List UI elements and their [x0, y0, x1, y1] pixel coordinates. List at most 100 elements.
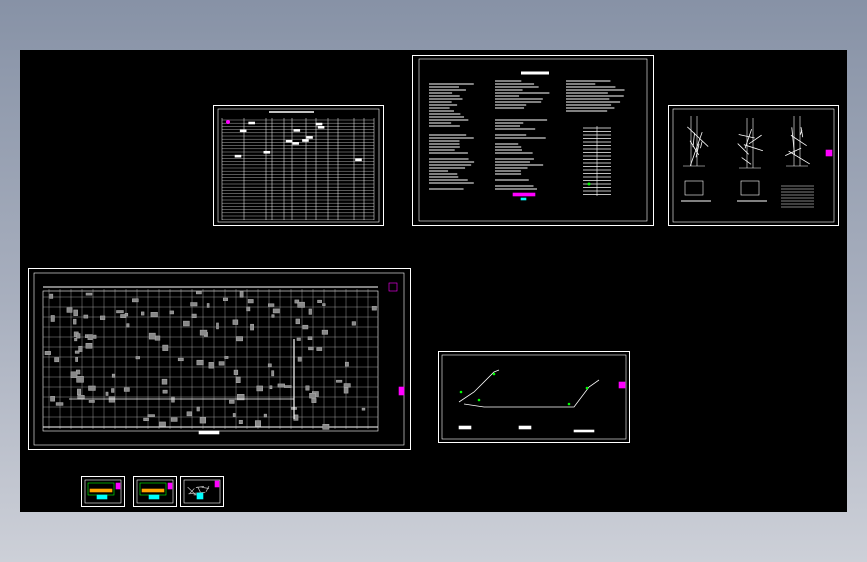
- cad-rect: [141, 311, 145, 316]
- cad-rect: [285, 139, 293, 143]
- cad-rect: [246, 306, 251, 312]
- cad-mark: [459, 390, 463, 394]
- cad-rect: [307, 336, 313, 341]
- cad-rect: [206, 303, 210, 308]
- cad-rect: [308, 308, 312, 315]
- cad-rect: [111, 373, 116, 378]
- cad-rect: [44, 351, 51, 355]
- cad-rect: [351, 321, 356, 326]
- cad-rect: [269, 385, 273, 390]
- cad-rect: [196, 291, 202, 295]
- sheet-design-notes[interactable]: [412, 55, 654, 226]
- cad-rect: [196, 492, 204, 500]
- cad-rect: [85, 342, 93, 349]
- cad-rect: [239, 291, 244, 298]
- cad-rect: [309, 392, 316, 399]
- cad-rect: [75, 356, 79, 362]
- cad-rect: [214, 480, 220, 488]
- cad-rect: [198, 430, 220, 435]
- sheet-table[interactable]: [213, 105, 384, 226]
- cad-mark: [226, 120, 230, 124]
- cad-rect: [573, 429, 595, 433]
- cad-line: [205, 485, 210, 492]
- cad-rect: [124, 312, 129, 317]
- cad-rect: [49, 293, 54, 299]
- cad-rect: [284, 385, 292, 388]
- cad-rect: [100, 315, 106, 320]
- cad-rect: [311, 398, 317, 403]
- cad-rect: [147, 414, 155, 417]
- cad-rect: [518, 425, 532, 430]
- cad-rect: [267, 363, 272, 368]
- cad-rect: [344, 361, 349, 367]
- cad-rect: [218, 361, 225, 366]
- cad-mark: [587, 182, 591, 186]
- cad-rect: [191, 313, 197, 319]
- cad-line: [689, 140, 699, 156]
- cad-rect: [88, 385, 96, 391]
- cad-rect: [170, 417, 178, 422]
- sheet-details[interactable]: [668, 105, 839, 226]
- cad-rect: [84, 334, 88, 338]
- cad-rect: [297, 301, 305, 308]
- thumbnail-drawing: [183, 479, 221, 504]
- cad-rect: [302, 139, 309, 142]
- cad-rect: [371, 306, 377, 311]
- sheet-pipe-diagram[interactable]: [438, 351, 630, 443]
- cad-rect: [33, 272, 405, 446]
- cad-rect: [196, 359, 204, 366]
- cad-rect: [116, 310, 124, 314]
- cad-model-space[interactable]: [20, 50, 847, 512]
- cad-line: [788, 150, 810, 165]
- floor-plan-drawing: [33, 272, 405, 446]
- cad-rect: [77, 395, 85, 400]
- pipe-diagram-drawing: [441, 354, 627, 440]
- cad-rect: [234, 154, 242, 158]
- cad-rect: [268, 303, 275, 307]
- cad-rect: [343, 387, 349, 394]
- cad-mark: [567, 402, 571, 406]
- cad-rect: [76, 333, 81, 339]
- cad-rect: [684, 180, 704, 196]
- cad-rect: [308, 346, 314, 351]
- cad-rect: [740, 180, 760, 196]
- cad-rect: [55, 402, 64, 406]
- cad-rect: [42, 290, 379, 432]
- cad-line: [689, 132, 703, 166]
- cad-rect: [263, 413, 267, 418]
- details-drawing: [672, 108, 835, 223]
- cad-rect: [148, 494, 160, 500]
- cad-rect: [74, 350, 80, 354]
- cad-rect: [277, 383, 285, 388]
- cad-rect: [355, 158, 362, 162]
- cad-rect: [123, 387, 130, 392]
- cad-rect: [248, 121, 255, 125]
- thumbnail-sheet-3[interactable]: [180, 476, 224, 507]
- cad-rect: [135, 356, 140, 360]
- cad-rect: [235, 376, 241, 383]
- cad-rect: [108, 396, 115, 403]
- cad-rect: [263, 150, 271, 154]
- cad-rect: [105, 391, 109, 396]
- cad-rect: [520, 197, 527, 201]
- cad-rect: [154, 335, 161, 341]
- cad-rect: [271, 314, 275, 318]
- cad-rect: [233, 369, 239, 375]
- cad-rect: [199, 329, 208, 336]
- cad-rect: [186, 411, 193, 417]
- cad-rect: [171, 396, 175, 403]
- sheet-floor-plan[interactable]: [28, 268, 411, 450]
- cad-rect: [232, 319, 239, 325]
- cad-rect: [232, 413, 236, 417]
- thumbnail-sheet-1[interactable]: [81, 476, 125, 507]
- cad-rect: [321, 329, 328, 335]
- cad-rect: [54, 357, 60, 363]
- notes-drawing: [418, 58, 648, 222]
- cad-rect: [388, 282, 398, 292]
- cad-mark: [585, 386, 589, 390]
- cad-rect: [825, 149, 833, 157]
- cad-rect: [111, 388, 115, 393]
- cad-rect: [162, 389, 168, 394]
- cad-rect: [70, 371, 78, 378]
- thumbnail-sheet-2[interactable]: [133, 476, 177, 507]
